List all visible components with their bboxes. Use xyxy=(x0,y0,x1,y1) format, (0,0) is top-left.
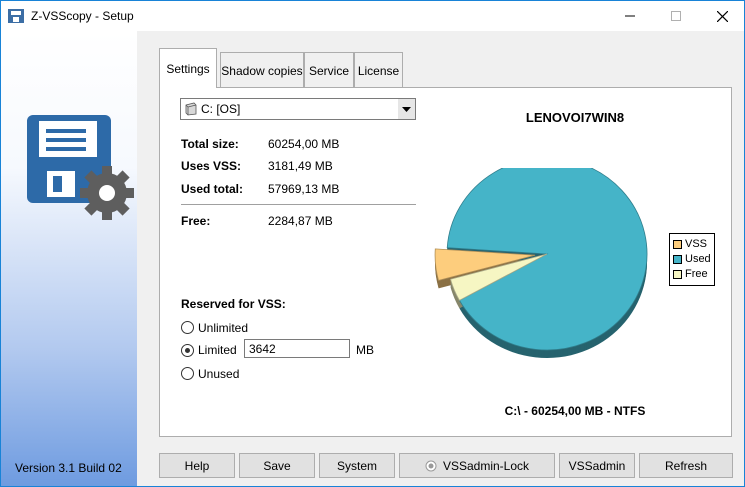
vssadmin-lock-button[interactable]: VSSadmin-Lock xyxy=(399,453,555,478)
radio-unlimited[interactable] xyxy=(181,321,194,334)
tab-shadow-copies-label: Shadow copies xyxy=(221,63,303,78)
chevron-down-icon xyxy=(402,106,411,112)
window-title: Z-VSScopy - Setup xyxy=(31,9,134,23)
refresh-button[interactable]: Refresh xyxy=(639,453,733,478)
legend-swatch-used xyxy=(673,254,682,264)
stats-divider xyxy=(181,204,416,205)
floppy-gear-logo-icon xyxy=(27,115,134,220)
chart-legend: VSS Used Free xyxy=(669,233,715,286)
tab-settings-label: Settings xyxy=(166,61,210,76)
tab-service[interactable]: Service xyxy=(304,52,354,88)
chart-footer: C:\ - 60254,00 MB - NTFS xyxy=(504,404,646,418)
uses-vss-value: 3181,49 MB xyxy=(268,159,333,173)
setup-window: Z-VSScopy - Setup Version 3.1 Build 02 S… xyxy=(0,0,745,487)
legend-label-free: Free xyxy=(685,268,708,280)
system-button[interactable]: System xyxy=(319,453,395,478)
minimize-button[interactable] xyxy=(607,1,653,31)
system-button-label: System xyxy=(336,458,377,473)
settings-panel: C: [OS] Total size: 60254,00 MB Uses VSS… xyxy=(159,87,732,437)
uses-vss-label: Uses VSS: xyxy=(181,159,242,173)
used-total-label: Used total: xyxy=(181,182,244,196)
free-value: 2284,87 MB xyxy=(268,214,333,228)
reserved-title: Reserved for VSS: xyxy=(181,297,286,311)
vssadmin-button[interactable]: VSSadmin xyxy=(559,453,635,478)
vssadmin-button-label: VSSadmin xyxy=(568,458,626,473)
legend-swatch-vss xyxy=(673,239,682,249)
drive-select[interactable]: C: [OS] xyxy=(180,98,416,120)
radio-limited-label[interactable]: Limited xyxy=(198,343,237,357)
close-button[interactable] xyxy=(699,1,745,31)
minimize-icon xyxy=(625,15,635,17)
save-button-label: Save xyxy=(263,458,291,473)
drive-icon xyxy=(185,102,197,116)
legend-label-used: Used xyxy=(685,253,711,265)
used-total-value: 57969,13 MB xyxy=(268,182,340,196)
tab-shadow-copies[interactable]: Shadow copies xyxy=(220,52,304,88)
tab-license[interactable]: License xyxy=(354,52,403,88)
maximize-button[interactable] xyxy=(653,1,699,31)
legend-item-free: Free xyxy=(673,268,708,280)
version-label: Version 3.1 Build 02 xyxy=(15,461,122,475)
app-icon xyxy=(8,9,24,23)
dropdown-arrow-button[interactable] xyxy=(398,99,415,119)
free-label: Free: xyxy=(181,214,211,228)
tab-license-label: License xyxy=(357,63,400,78)
legend-label-vss: VSS xyxy=(685,238,708,250)
tab-settings[interactable]: Settings xyxy=(159,48,217,88)
tab-service-label: Service xyxy=(308,63,349,78)
vssadmin-lock-button-label: VSSadmin-Lock xyxy=(442,458,530,473)
total-size-label: Total size: xyxy=(181,137,239,151)
close-icon xyxy=(716,10,728,22)
radio-limited[interactable] xyxy=(181,344,194,357)
legend-swatch-free xyxy=(673,269,682,279)
radio-unused-label: Unused xyxy=(198,367,240,381)
legend-item-vss: VSS xyxy=(673,238,707,250)
save-button[interactable]: Save xyxy=(239,453,315,478)
pie-chart xyxy=(434,168,648,358)
maximize-icon xyxy=(671,11,681,21)
limit-unit-label: MB xyxy=(356,343,374,357)
title-bar[interactable]: Z-VSScopy - Setup xyxy=(1,1,744,31)
radio-dot-icon xyxy=(425,460,437,471)
help-button[interactable]: Help xyxy=(159,453,235,478)
limit-mb-input[interactable] xyxy=(244,339,350,358)
radio-unused[interactable] xyxy=(181,367,194,380)
drive-select-value: C: [OS] xyxy=(201,102,241,116)
sidebar: Version 3.1 Build 02 xyxy=(1,31,137,486)
chart-title: LENOVOI7WIN8 xyxy=(525,110,625,125)
help-button-label: Help xyxy=(184,458,210,473)
refresh-button-label: Refresh xyxy=(664,458,708,473)
total-size-value: 60254,00 MB xyxy=(268,137,340,151)
radio-unlimited-label[interactable]: Unlimited xyxy=(198,321,248,335)
legend-item-used: Used xyxy=(673,253,711,265)
